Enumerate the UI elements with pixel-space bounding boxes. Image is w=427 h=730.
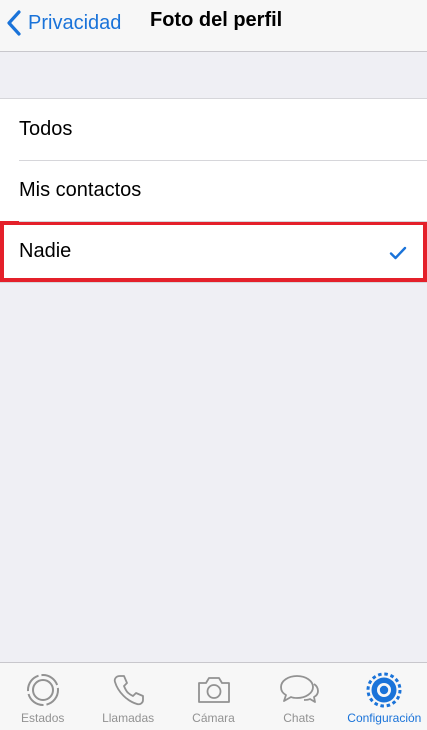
chat-bubbles-icon [277, 672, 321, 708]
checkmark-icon [389, 243, 407, 266]
tab-llamadas[interactable]: Llamadas [85, 663, 170, 730]
navigation-bar: Privacidad Foto del perfil [0, 0, 427, 52]
tab-label: Cámara [192, 711, 235, 725]
option-everyone[interactable]: Todos [0, 99, 427, 160]
settings-gear-icon [366, 672, 402, 708]
tab-label: Llamadas [102, 711, 155, 725]
tab-bar: Estados Llamadas Cámara Chats Configurac… [0, 662, 427, 730]
tab-label: Configuración [347, 711, 422, 725]
page-title: Foto del perfil [150, 9, 283, 31]
tab-chats[interactable]: Chats [256, 663, 341, 730]
tab-label: Chats [283, 711, 315, 725]
tab-estados[interactable]: Estados [0, 663, 85, 730]
status-icon [25, 672, 61, 708]
option-label: Todos [19, 118, 73, 140]
tab-configuracion[interactable]: Configuración [342, 663, 427, 730]
tab-camara[interactable]: Cámara [171, 663, 256, 730]
option-my-contacts[interactable]: Mis contactos [0, 160, 427, 221]
option-nobody[interactable]: Nadie [0, 221, 427, 282]
privacy-options-list: Todos Mis contactos Nadie [0, 98, 427, 283]
option-label: Mis contactos [19, 179, 142, 201]
chevron-left-icon [6, 10, 22, 36]
back-button-label: Privacidad [28, 11, 122, 34]
tab-label: Estados [21, 711, 65, 725]
back-button[interactable]: Privacidad [6, 6, 121, 40]
phone-icon [110, 672, 146, 708]
option-label: Nadie [19, 240, 72, 262]
camera-icon [195, 672, 233, 708]
